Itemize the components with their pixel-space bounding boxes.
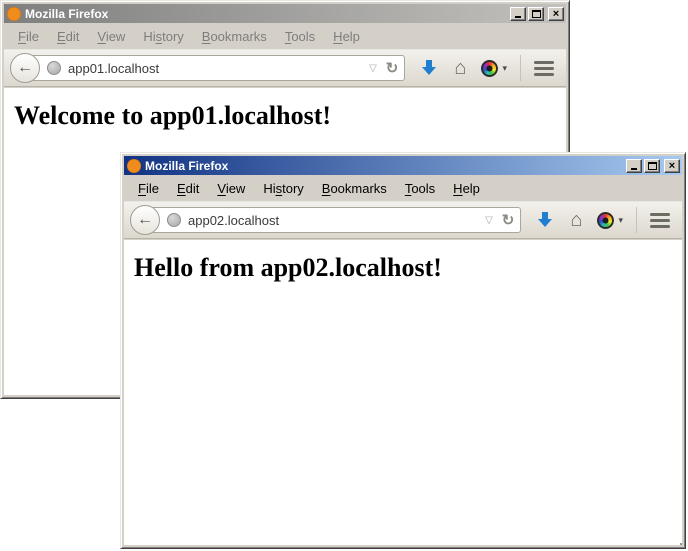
hamburger-icon xyxy=(650,225,670,228)
toolbar-separator xyxy=(520,55,521,81)
hamburger-icon xyxy=(534,61,554,64)
addon-color-wheel-icon xyxy=(597,212,614,229)
firefox-window-app02: Mozilla Firefox × FileEditViewHistoryBoo… xyxy=(120,152,686,549)
hamburger-icon xyxy=(534,67,554,70)
download-icon xyxy=(420,59,438,77)
window-controls: × xyxy=(510,7,564,21)
addon-button[interactable]: ▾ xyxy=(597,212,623,229)
back-arrow-icon: ← xyxy=(17,59,33,77)
menu-edit[interactable]: Edit xyxy=(48,26,88,47)
toolbar-separator xyxy=(636,207,637,233)
menu-bar: FileEditViewHistoryBookmarksToolsHelp xyxy=(4,23,566,49)
back-arrow-icon: ← xyxy=(137,211,153,229)
minimize-button[interactable] xyxy=(510,7,526,21)
home-button[interactable]: ⌂ xyxy=(570,210,582,230)
url-bar[interactable]: app02.localhost ▽ ↻ xyxy=(144,207,521,233)
close-button[interactable]: × xyxy=(548,7,564,21)
firefox-logo-icon xyxy=(127,159,141,173)
menu-button[interactable] xyxy=(534,61,554,76)
menu-bar: FileEditViewHistoryBookmarksToolsHelp xyxy=(124,175,682,201)
site-globe-icon xyxy=(167,213,181,227)
reload-icon[interactable]: ↻ xyxy=(502,213,515,228)
window-controls: × xyxy=(626,159,680,173)
minimize-button[interactable] xyxy=(626,159,642,173)
navigation-toolbar: ← app01.localhost ▽ ↻ ⌂ ▾ xyxy=(4,49,566,87)
title-bar[interactable]: Mozilla Firefox × xyxy=(4,4,566,23)
minimize-glyph-icon xyxy=(631,168,637,170)
navigation-toolbar: ← app02.localhost ▽ ↻ ⌂ ▾ xyxy=(124,201,682,239)
window-title: Mozilla Firefox xyxy=(145,159,626,173)
download-button[interactable] xyxy=(420,59,438,77)
url-text[interactable]: app01.localhost xyxy=(68,61,365,76)
menu-view[interactable]: View xyxy=(88,26,134,47)
maximize-button[interactable] xyxy=(644,159,660,173)
close-button[interactable]: × xyxy=(664,159,680,173)
back-button[interactable]: ← xyxy=(130,205,160,235)
menu-history[interactable]: History xyxy=(254,178,312,199)
download-button[interactable] xyxy=(536,211,554,229)
page-content: Hello from app02.localhost! xyxy=(124,239,682,545)
menu-help[interactable]: Help xyxy=(444,178,489,199)
url-text[interactable]: app02.localhost xyxy=(188,213,481,228)
menu-bookmarks[interactable]: Bookmarks xyxy=(313,178,396,199)
hamburger-icon xyxy=(650,219,670,222)
firefox-logo-icon xyxy=(7,7,21,21)
maximize-glyph-icon xyxy=(648,162,657,170)
menu-help[interactable]: Help xyxy=(324,26,369,47)
urlbar-dropdown-icon[interactable]: ▽ xyxy=(485,215,493,226)
resize-grip[interactable] xyxy=(676,539,678,541)
page-heading: Hello from app02.localhost! xyxy=(134,253,682,283)
menu-tools[interactable]: Tools xyxy=(396,178,444,199)
menu-tools[interactable]: Tools xyxy=(276,26,324,47)
menu-view[interactable]: View xyxy=(208,178,254,199)
menu-file[interactable]: File xyxy=(9,26,48,47)
site-globe-icon xyxy=(47,61,61,75)
home-button[interactable]: ⌂ xyxy=(454,58,466,78)
url-bar[interactable]: app01.localhost ▽ ↻ xyxy=(24,55,405,81)
page-heading: Welcome to app01.localhost! xyxy=(14,101,566,131)
addon-caret-icon: ▾ xyxy=(618,215,623,226)
urlbar-dropdown-icon[interactable]: ▽ xyxy=(369,63,377,74)
hamburger-icon xyxy=(650,213,670,216)
maximize-glyph-icon xyxy=(532,10,541,18)
menu-history[interactable]: History xyxy=(134,26,192,47)
addon-caret-icon: ▾ xyxy=(502,63,507,74)
hamburger-icon xyxy=(534,73,554,76)
reload-icon[interactable]: ↻ xyxy=(386,61,399,76)
menu-button[interactable] xyxy=(650,213,670,228)
maximize-button[interactable] xyxy=(528,7,544,21)
download-icon xyxy=(536,211,554,229)
minimize-glyph-icon xyxy=(515,16,521,18)
title-bar[interactable]: Mozilla Firefox × xyxy=(124,156,682,175)
menu-bookmarks[interactable]: Bookmarks xyxy=(193,26,276,47)
window-title: Mozilla Firefox xyxy=(25,7,510,21)
menu-file[interactable]: File xyxy=(129,178,168,199)
menu-edit[interactable]: Edit xyxy=(168,178,208,199)
addon-button[interactable]: ▾ xyxy=(481,60,507,77)
back-button[interactable]: ← xyxy=(10,53,40,83)
addon-color-wheel-icon xyxy=(481,60,498,77)
